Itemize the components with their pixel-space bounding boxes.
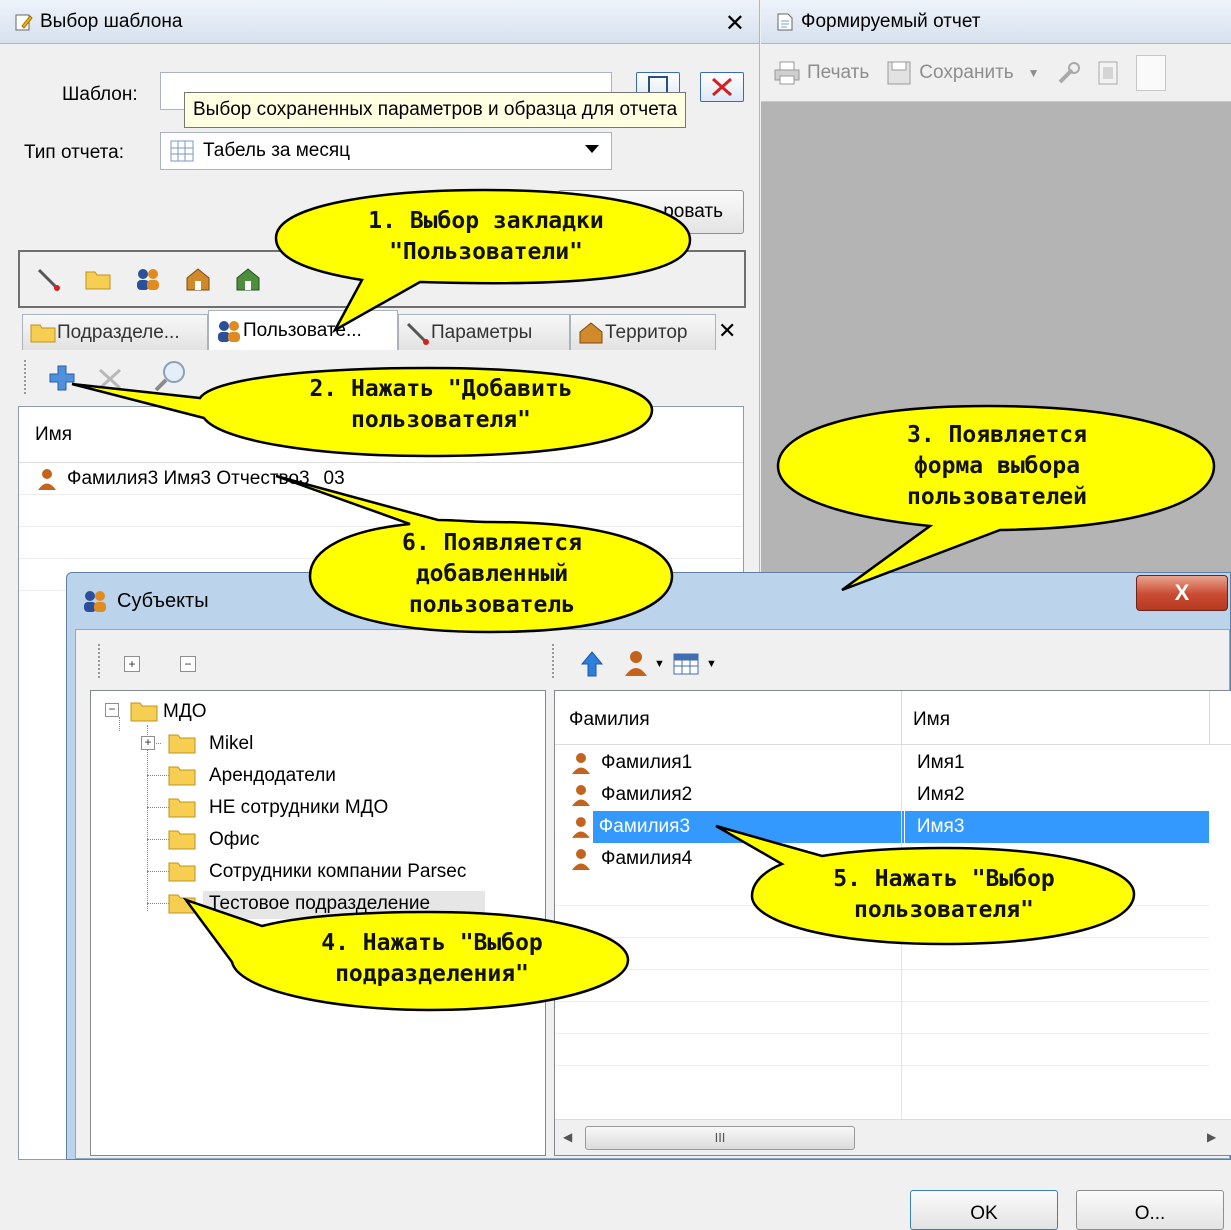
ok-label: OK bbox=[970, 1203, 998, 1224]
callout-4-bubble bbox=[182, 897, 630, 1012]
ok-button[interactable]: OK bbox=[910, 1190, 1058, 1230]
cancel-button[interactable]: O... bbox=[1076, 1190, 1224, 1230]
callout-6-bubble bbox=[275, 474, 674, 634]
callout-3-bubble bbox=[776, 404, 1216, 592]
cancel-label: O... bbox=[1134, 1203, 1166, 1224]
callout-layer bbox=[71, 188, 1216, 1012]
callout-1-bubble bbox=[274, 188, 692, 334]
callout-2-bubble bbox=[71, 366, 654, 458]
callout-5-bubble bbox=[715, 824, 1136, 946]
